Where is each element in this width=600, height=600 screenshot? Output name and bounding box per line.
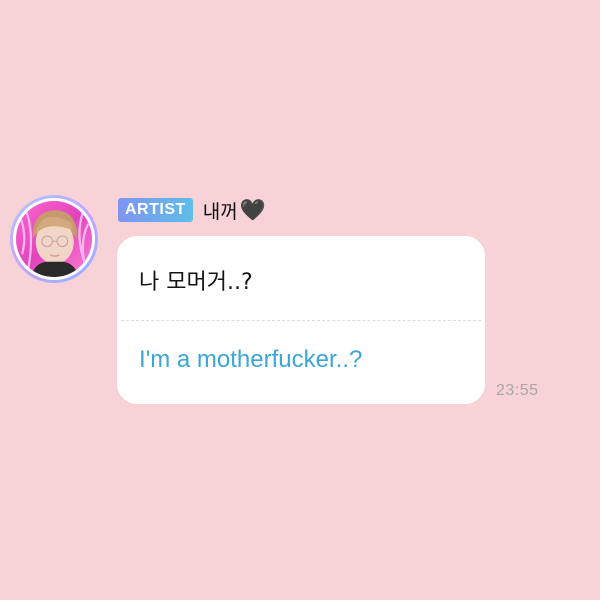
avatar-image bbox=[16, 201, 92, 277]
message-bubble[interactable]: 나 모머거..? I'm a motherfucker..? bbox=[117, 236, 485, 404]
avatar[interactable] bbox=[10, 195, 98, 283]
sender-header: ARTIST 내꺼 🖤 bbox=[118, 196, 266, 224]
black-heart-icon: 🖤 bbox=[239, 197, 266, 222]
translation-divider bbox=[121, 320, 481, 321]
avatar-photo bbox=[13, 198, 95, 280]
chat-message-row: ARTIST 내꺼 🖤 나 모머거..? I'm a motherfucker.… bbox=[0, 0, 600, 600]
sender-name: 내꺼 🖤 bbox=[203, 197, 266, 224]
artist-badge: ARTIST bbox=[118, 198, 193, 222]
message-timestamp: 23:55 bbox=[496, 382, 539, 399]
sender-name-text: 내꺼 bbox=[202, 200, 238, 223]
message-original-text: 나 모머거..? bbox=[139, 270, 253, 295]
message-translation-text: I'm a motherfucker..? bbox=[139, 346, 363, 373]
